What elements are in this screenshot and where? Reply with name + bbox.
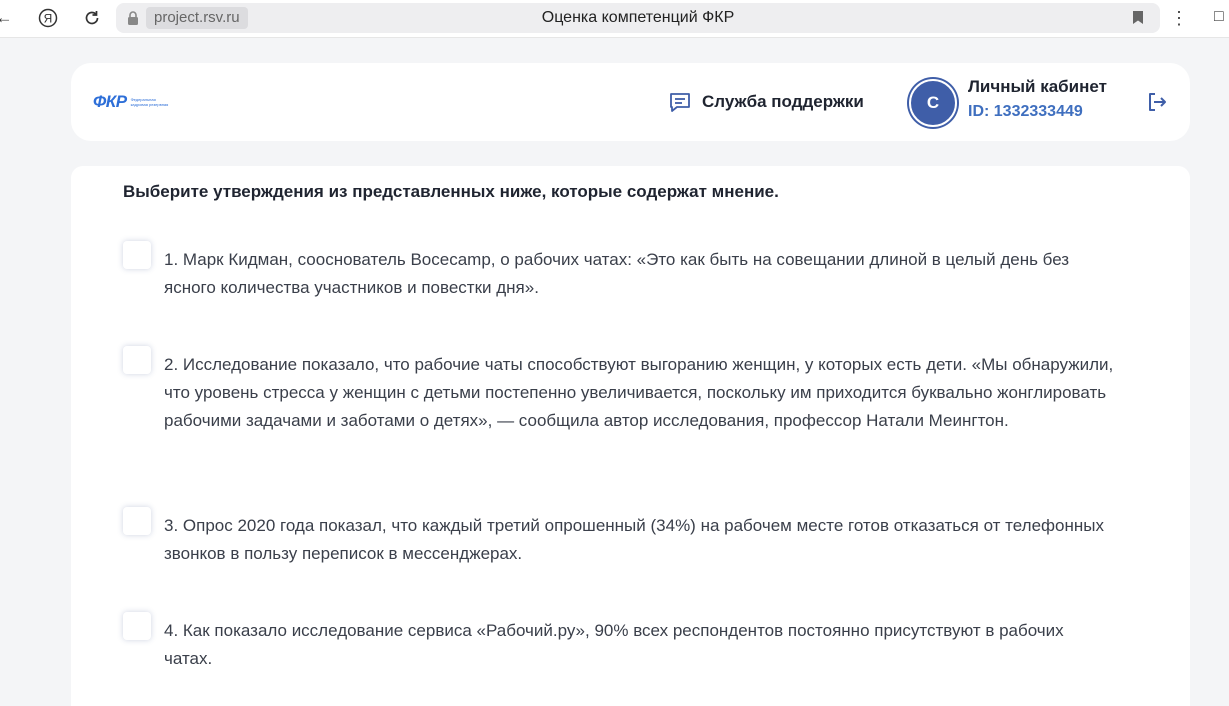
avatar[interactable]: С [909,79,957,127]
test-card: Выберите утверждения из представленных н… [71,166,1190,706]
option-checkbox[interactable] [123,241,151,269]
option-checkbox[interactable] [123,612,151,640]
chat-icon [670,93,690,112]
option-text[interactable]: 1. Марк Кидман, сооснователь Bocecamp, о… [164,246,1114,302]
sidebar-icon[interactable]: □ [1214,8,1224,26]
browser-toolbar: ← Я project.rsv.ru Оценка компетенций ФК… [0,0,1229,38]
option-text[interactable]: 4. Как показало исследование сервиса «Ра… [164,617,1114,673]
logo-subtitle: Федеральная кадровая резервная [130,97,169,107]
option-text[interactable]: 2. Исследование показало, что рабочие ча… [164,351,1114,435]
user-id: ID: 1332333449 [968,103,1083,120]
personal-cabinet[interactable]: Личный кабинет ID: 1332333449 [968,77,1107,121]
support-link[interactable]: Служба поддержки [668,90,864,114]
site-header: ФКР Федеральная кадровая резервная Служб… [71,63,1190,141]
cabinet-title[interactable]: Личный кабинет [968,77,1107,97]
kebab-menu-icon[interactable]: ⋮ [1170,8,1188,29]
question-text: Выберите утверждения из представленных н… [123,182,779,201]
back-arrow-icon[interactable]: ← [0,8,14,28]
reload-icon[interactable] [82,8,102,28]
support-label: Служба поддержки [702,92,864,111]
logout-icon[interactable] [1146,91,1168,113]
svg-text:Я: Я [44,12,53,26]
tab-title: Оценка компетенций ФКР [541,9,735,26]
option-text[interactable]: 3. Опрос 2020 года показал, что каждый т… [164,512,1114,568]
fkr-logo[interactable]: ФКР Федеральная кадровая резервная [93,92,173,112]
logo-text: ФКР [93,92,127,111]
option-checkbox[interactable] [123,346,151,374]
yandex-icon[interactable]: Я [38,8,58,28]
option-checkbox[interactable] [123,507,151,535]
address-bar[interactable]: project.rsv.ru Оценка компетенций ФКР [116,3,1160,33]
bookmark-icon[interactable] [1132,10,1144,25]
